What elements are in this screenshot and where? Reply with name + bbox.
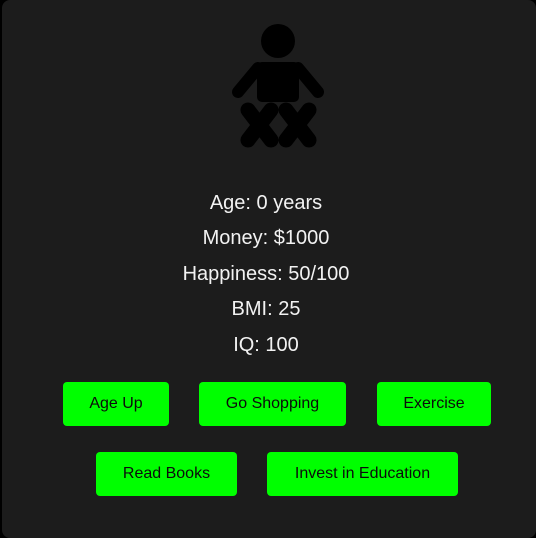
bmi-stat: BMI: 25	[231, 298, 301, 320]
age-stat: Age: 0 years	[209, 192, 323, 214]
go-shopping-button[interactable]: Go Shopping	[199, 382, 346, 426]
age-up-button[interactable]: Age Up	[63, 382, 169, 426]
game-panel: Age: 0 years Money: $1000 Happiness: 50/…	[2, 0, 536, 538]
iq-stat: IQ: 100	[233, 334, 299, 356]
exercise-button[interactable]: Exercise	[377, 382, 491, 426]
baby-icon	[232, 24, 324, 148]
money-stat: Money: $1000	[202, 227, 330, 249]
happiness-stat: Happiness: 50/100	[182, 263, 350, 285]
read-books-button[interactable]: Read Books	[96, 452, 237, 496]
invest-in-education-button[interactable]: Invest in Education	[267, 452, 458, 496]
